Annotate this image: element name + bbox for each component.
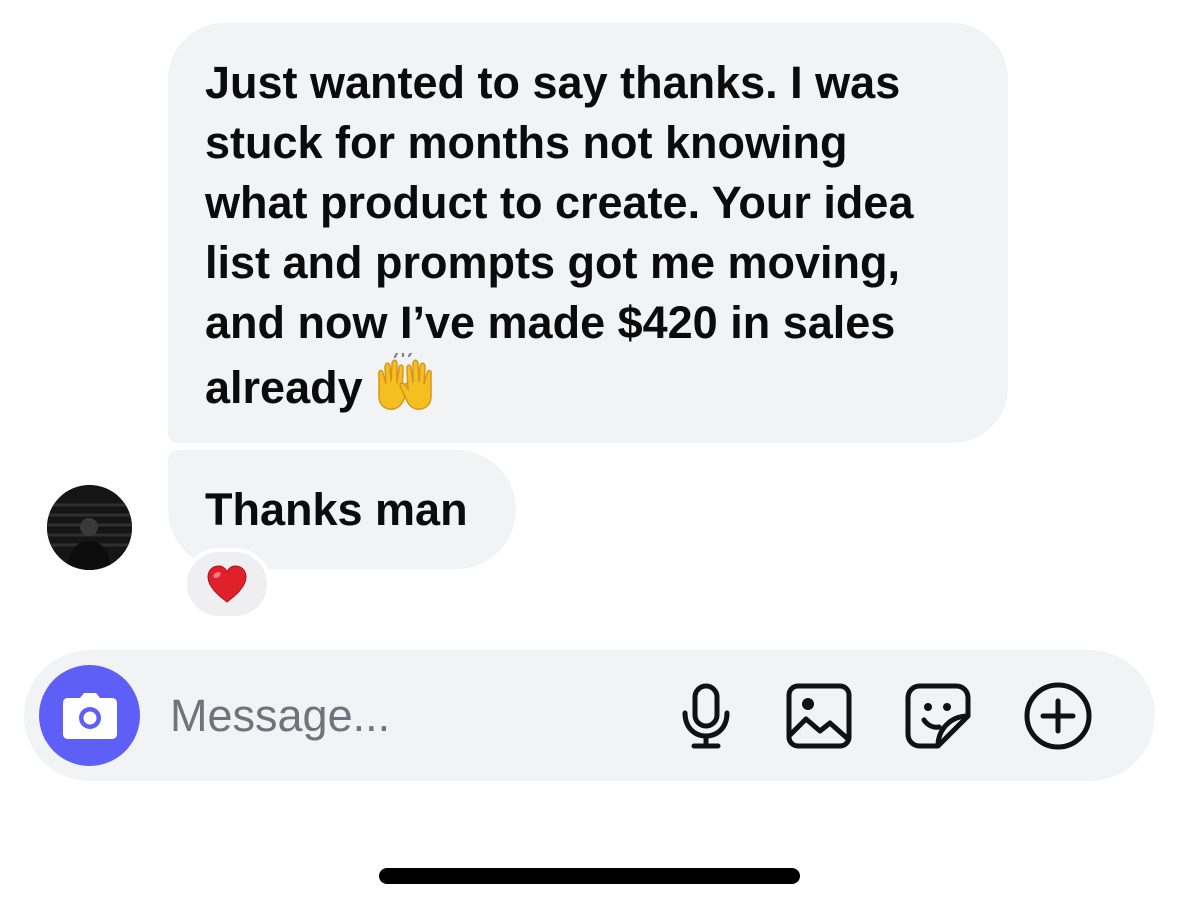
gallery-button[interactable] <box>783 680 855 752</box>
message-line-last: already <box>205 351 978 426</box>
contact-avatar[interactable] <box>47 485 132 570</box>
add-button[interactable] <box>1022 680 1094 752</box>
message-line: stuck for months not knowing <box>205 117 848 168</box>
chat-screen: Just wanted to say thanks. I was stuck f… <box>0 0 1179 908</box>
gallery-icon <box>786 683 852 749</box>
red-heart-emoji <box>207 565 247 603</box>
sticker-icon <box>905 683 971 749</box>
message-input[interactable] <box>170 684 610 748</box>
raising-hands-emoji <box>373 351 437 426</box>
message-reaction[interactable] <box>183 548 271 620</box>
home-indicator[interactable] <box>379 868 800 884</box>
message-line: and now I’ve made $420 in sales <box>205 297 896 348</box>
message-bubble[interactable]: Just wanted to say thanks. I was stuck f… <box>168 23 1008 443</box>
message-composer <box>24 650 1155 781</box>
camera-icon <box>62 692 117 739</box>
message-line: Just wanted to say thanks. I was <box>205 57 901 108</box>
add-icon <box>1024 682 1092 750</box>
message-text: Thanks man <box>205 484 468 535</box>
message-line-text: already <box>205 362 363 413</box>
microphone-button[interactable] <box>670 680 742 752</box>
message-line: list and prompts got me moving, <box>205 237 901 288</box>
camera-button[interactable] <box>39 665 140 766</box>
microphone-icon <box>682 683 730 749</box>
message-line: what product to create. Your idea <box>205 177 914 228</box>
sticker-button[interactable] <box>902 680 974 752</box>
